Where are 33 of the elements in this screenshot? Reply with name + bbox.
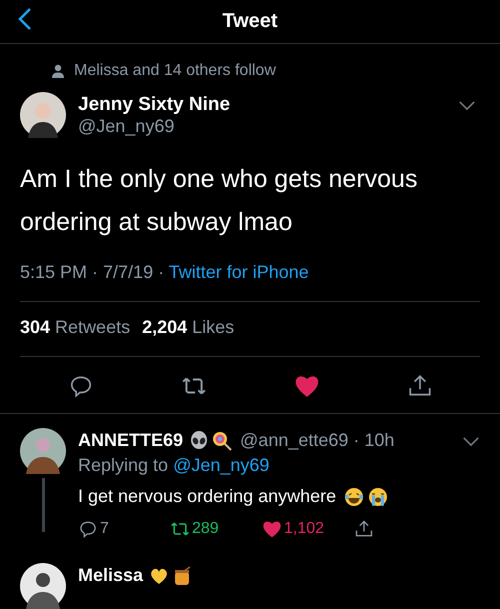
retweet-count: 289: [192, 520, 219, 538]
reply-text: I get nervous ordering anywhere: [78, 486, 336, 507]
source-link[interactable]: Twitter for iPhone: [168, 262, 309, 282]
replying-label: Replying to: [78, 455, 168, 475]
avatar[interactable]: [20, 428, 66, 474]
laughing-emoji-icon: [344, 486, 364, 506]
like-count[interactable]: 2,204 Likes: [142, 317, 234, 338]
honey-pot-emoji-icon: [172, 566, 192, 586]
reply-handle[interactable]: @ann_ette69 · 10h: [240, 430, 394, 451]
header-title: Tweet: [222, 10, 278, 33]
chevron-down-icon[interactable]: [462, 436, 480, 447]
person-icon: [52, 64, 64, 78]
back-icon[interactable]: [18, 7, 32, 31]
tweet-timestamp: 5:15 PM · 7/7/19 ·: [20, 262, 166, 282]
avatar[interactable]: [20, 92, 66, 138]
crying-emoji-icon: [368, 486, 388, 506]
avatar[interactable]: [20, 563, 66, 609]
mention-link[interactable]: @Jen_ny69: [173, 455, 270, 475]
share-icon[interactable]: [354, 519, 374, 539]
lollipop-emoji-icon: [212, 430, 232, 450]
social-context: Melissa and 14 others follow: [74, 62, 276, 80]
chevron-down-icon[interactable]: [458, 100, 476, 111]
like-count: 1,102: [284, 520, 324, 538]
author-handle[interactable]: @Jen_ny69: [78, 116, 446, 136]
alien-emoji-icon: [189, 430, 210, 450]
reply-author-name[interactable]: ANNETTE69: [78, 430, 184, 451]
author-name[interactable]: Jenny Sixty Nine: [78, 94, 446, 116]
reply-icon[interactable]: [78, 519, 98, 539]
retweet-count[interactable]: 304 Retweets: [20, 317, 130, 338]
like-icon[interactable]: [262, 519, 282, 539]
reply-author-name[interactable]: Melissa: [78, 565, 144, 586]
tweet-text: Am I the only one who gets nervous ordering at subway lmao: [19, 164, 418, 238]
reply-count: 7: [100, 520, 109, 538]
